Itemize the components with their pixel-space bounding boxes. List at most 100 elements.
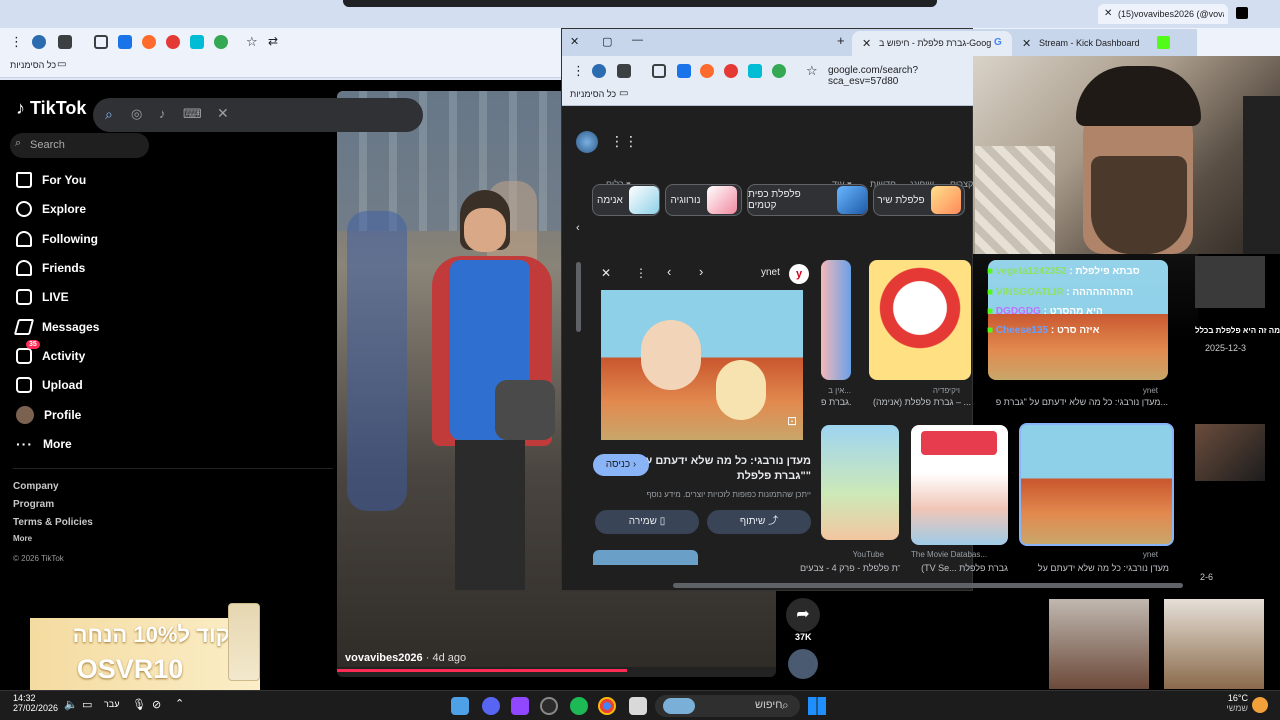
lens-icon[interactable]: ◎ bbox=[131, 106, 142, 122]
lens-search-icon[interactable]: ⊡ bbox=[787, 414, 797, 428]
nav-more[interactable]: ··· More bbox=[16, 433, 72, 455]
result-image[interactable] bbox=[1019, 423, 1174, 546]
nav-upload[interactable]: Upload bbox=[16, 374, 83, 396]
extension-icon[interactable] bbox=[58, 35, 72, 49]
close-window-icon[interactable]: ✕ bbox=[570, 35, 579, 48]
extension-icon[interactable] bbox=[617, 64, 631, 78]
chips-scroll-left-icon[interactable]: ‹ bbox=[576, 222, 580, 234]
puzzle-icon[interactable] bbox=[94, 35, 108, 49]
back-tab[interactable]: ✕ (15)vovavibes2026 (@vovavibe bbox=[1098, 4, 1228, 24]
nav-explore[interactable]: Explore bbox=[16, 198, 86, 220]
nav-live[interactable]: LIVE bbox=[16, 286, 69, 308]
taskbar-search[interactable]: חיפוש ⌕ bbox=[655, 695, 800, 717]
result-caption[interactable]: גברת פלפלת - פרק 4 - צבעים - ... bbox=[800, 563, 900, 573]
next-icon[interactable]: › bbox=[699, 264, 703, 279]
result-caption[interactable]: מעדן נורבגי: כל מה שלא ידעתם על "גברת פ.… bbox=[988, 397, 1168, 407]
extension-icon[interactable] bbox=[142, 35, 156, 49]
close-icon[interactable]: ✕ bbox=[1022, 37, 1031, 50]
close-icon[interactable]: ✕ bbox=[862, 37, 871, 50]
google-search-box[interactable]: ⌕ ◎ ♪ ⌨ ✕ bbox=[93, 98, 423, 132]
extension-icon[interactable] bbox=[214, 35, 228, 49]
all-bookmarks-label[interactable]: כל הסימניות bbox=[570, 89, 616, 99]
mic-muted-icon[interactable]: ⊘ bbox=[152, 698, 161, 711]
extension-icon[interactable] bbox=[748, 64, 762, 78]
extension-icon[interactable] bbox=[772, 64, 786, 78]
share-button[interactable]: שיתוף ⤴ bbox=[707, 510, 811, 534]
volume-icon[interactable]: 🔈 bbox=[64, 698, 78, 711]
chrome-icon[interactable] bbox=[598, 697, 616, 715]
preview-source[interactable]: ynet bbox=[761, 267, 780, 278]
nav-activity[interactable]: 35 Activity bbox=[16, 340, 85, 367]
footer-more[interactable]: More bbox=[13, 534, 32, 543]
chevron-up-icon[interactable]: ⌃ bbox=[175, 697, 184, 710]
save-button[interactable]: שמירה ▯ bbox=[595, 510, 699, 534]
spotify-icon[interactable] bbox=[570, 697, 588, 715]
footer-company[interactable]: Company bbox=[13, 481, 59, 492]
search-icon[interactable]: ⌕ bbox=[105, 106, 113, 123]
preview-title[interactable]: מעדן נורבגי: כל מה שלא ידעתם על "גברת פל… bbox=[633, 454, 811, 484]
result-caption[interactable]: גברת פלפלת (אנימה) – ... bbox=[869, 397, 971, 407]
clear-icon[interactable]: ✕ bbox=[217, 105, 229, 122]
close-icon[interactable]: ✕ bbox=[1104, 8, 1112, 19]
site-info-icon[interactable]: ⇄ bbox=[268, 34, 278, 48]
url-bar[interactable]: google.com/search?sca_esv=57d80 bbox=[828, 65, 974, 87]
windows-start-icon[interactable] bbox=[808, 697, 826, 715]
close-preview-icon[interactable]: ✕ bbox=[601, 266, 611, 280]
extension-icon[interactable] bbox=[724, 64, 738, 78]
app-icon[interactable] bbox=[451, 697, 469, 715]
feed-thumbnail[interactable] bbox=[1195, 256, 1265, 308]
result-image[interactable] bbox=[869, 260, 971, 380]
profile-avatar-icon[interactable] bbox=[592, 64, 606, 78]
nav-messages[interactable]: Messages bbox=[13, 316, 99, 338]
account-avatar[interactable] bbox=[576, 131, 598, 153]
feed-thumbnail[interactable] bbox=[1164, 599, 1264, 689]
footer-terms[interactable]: Terms & Policies bbox=[13, 517, 93, 528]
all-bookmarks-label[interactable]: כל הסימניות bbox=[10, 60, 56, 70]
task-view-icon[interactable] bbox=[629, 697, 647, 715]
previous-icon[interactable]: ‹ bbox=[667, 264, 671, 279]
result-image[interactable] bbox=[821, 260, 851, 380]
extension-icon[interactable] bbox=[677, 64, 691, 78]
music-disc-icon[interactable] bbox=[788, 649, 818, 679]
feed-thumbnail[interactable] bbox=[1195, 424, 1265, 481]
preview-scrollbar[interactable] bbox=[576, 262, 581, 332]
extension-icon[interactable] bbox=[190, 35, 204, 49]
clock[interactable]: 14:32 27/02/2026 bbox=[13, 693, 58, 713]
result-caption[interactable]: גברת פ... bbox=[821, 397, 851, 407]
puzzle-icon[interactable] bbox=[652, 64, 666, 78]
nav-following[interactable]: Following bbox=[16, 228, 98, 250]
menu-dots-icon[interactable]: ⋮ bbox=[572, 63, 585, 79]
related-thumbnail[interactable] bbox=[593, 550, 698, 565]
extension-icon[interactable] bbox=[118, 35, 132, 49]
obs-icon[interactable] bbox=[540, 697, 558, 715]
menu-dots-icon[interactable]: ⋮ bbox=[10, 34, 23, 50]
tab-kick-dashboard[interactable]: ✕ Stream - Kick Dashboard bbox=[1017, 31, 1177, 56]
weather-widget[interactable]: 16°C שמשי bbox=[1224, 693, 1248, 713]
search-input[interactable]: ⌕ Search bbox=[10, 133, 149, 158]
feed-thumbnail[interactable] bbox=[1049, 599, 1149, 689]
horizontal-scrollbar[interactable] bbox=[673, 583, 1183, 588]
video-author[interactable]: vovavibes2026 · 4d ago bbox=[345, 652, 466, 664]
nav-friends[interactable]: Friends bbox=[16, 257, 85, 279]
maximize-icon[interactable]: ▢ bbox=[602, 35, 612, 48]
extension-icon[interactable] bbox=[700, 64, 714, 78]
discord-icon[interactable] bbox=[482, 697, 500, 715]
network-icon[interactable]: ▭ bbox=[82, 698, 92, 711]
chip-related[interactable]: נורווגיה bbox=[665, 184, 742, 216]
microphone-icon[interactable]: ♪ bbox=[159, 106, 166, 121]
tiktok-logo[interactable]: ♪ TikTok bbox=[16, 98, 86, 119]
profile-avatar-icon[interactable] bbox=[32, 35, 46, 49]
visit-button[interactable]: כניסה › bbox=[593, 454, 649, 476]
promo-banner[interactable]: קוד ל10% הנחה OSVR10 bbox=[30, 603, 260, 690]
microphone-icon[interactable]: 🎙 bbox=[132, 698, 146, 711]
result-caption[interactable]: (TV Se... גברת פלפלת bbox=[911, 563, 1008, 573]
tab-google-search[interactable]: ✕ גברת פלפלת - חיפוש ב-Google G bbox=[852, 31, 1012, 56]
result-image[interactable] bbox=[911, 425, 1008, 545]
result-image[interactable] bbox=[821, 425, 899, 540]
preview-image[interactable]: ⊡ bbox=[601, 290, 803, 440]
footer-program[interactable]: Program bbox=[13, 499, 54, 510]
chip-related[interactable]: פלפלת שיר bbox=[873, 184, 965, 216]
nav-profile[interactable]: Profile bbox=[16, 404, 81, 426]
language-indicator[interactable]: עבר bbox=[104, 699, 119, 709]
star-icon[interactable]: ☆ bbox=[806, 63, 818, 79]
